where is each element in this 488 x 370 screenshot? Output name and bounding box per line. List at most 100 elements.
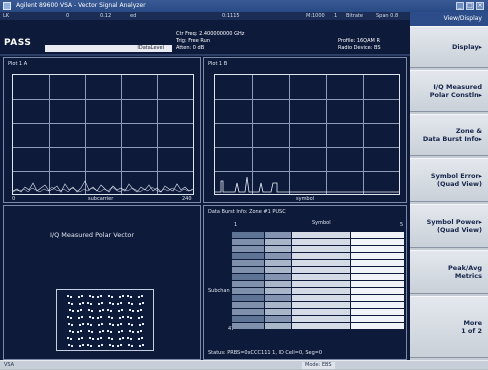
button-label: More bbox=[463, 319, 482, 327]
app-icon bbox=[3, 2, 11, 10]
peak-avg-button[interactable]: Peak/Avg Metrics bbox=[410, 250, 488, 294]
constellation-point bbox=[120, 344, 122, 346]
burst-cell bbox=[292, 323, 350, 329]
burst-cell bbox=[351, 246, 404, 252]
burst-cell bbox=[265, 260, 291, 266]
constellation-point bbox=[90, 345, 92, 347]
constellation-point bbox=[90, 303, 92, 305]
close-icon[interactable]: × bbox=[476, 2, 484, 10]
constellation-point bbox=[128, 323, 130, 325]
radio-device: Radio Device: BS bbox=[338, 45, 381, 51]
burst-cell bbox=[292, 232, 350, 238]
constellation-point bbox=[139, 345, 141, 347]
button-sublabel: Polar Constln▸ bbox=[429, 91, 482, 99]
burst-cell bbox=[292, 239, 350, 245]
column-end: 5 bbox=[400, 222, 404, 228]
constellation-point bbox=[142, 344, 144, 346]
trigger: Trig: Free Run bbox=[176, 38, 210, 44]
header-cell: Bitrate bbox=[346, 13, 363, 19]
more-button[interactable]: More 1 of 2 bbox=[410, 296, 488, 358]
symbol-error-button[interactable]: Symbol Error▸ (Quad View) bbox=[410, 158, 488, 202]
status-bar: VSA Mode: EBS bbox=[0, 360, 488, 369]
burst-cell bbox=[232, 288, 264, 294]
button-label: Symbol Power▸ bbox=[426, 218, 482, 226]
x-axis-start: 0 bbox=[12, 196, 16, 202]
spectrum-panel[interactable]: Plot 1 A 0 subcarrier 240 bbox=[3, 57, 201, 203]
burst-cell bbox=[292, 253, 350, 259]
burst-cell bbox=[351, 267, 404, 273]
profile: Profile: 16QAM R bbox=[338, 38, 380, 44]
burst-cell bbox=[351, 316, 404, 322]
iq-measured-button[interactable]: I/Q Measured Polar Constln▸ bbox=[410, 70, 488, 112]
burst-cell bbox=[351, 239, 404, 245]
header-cell: LK bbox=[3, 13, 10, 19]
header-cell: M:1000 bbox=[306, 13, 325, 19]
display-button[interactable]: Display▸ bbox=[410, 26, 488, 68]
minimize-icon[interactable]: _ bbox=[456, 2, 464, 10]
burst-cell bbox=[292, 302, 350, 308]
burst-cell bbox=[232, 316, 264, 322]
constellation-point bbox=[101, 302, 103, 304]
constellation-point bbox=[142, 323, 144, 325]
burst-cell bbox=[232, 239, 264, 245]
burst-cell bbox=[232, 302, 264, 308]
constellation-point bbox=[68, 344, 70, 346]
constellation-point bbox=[108, 295, 110, 297]
constellation-point bbox=[131, 345, 133, 347]
constellation-point bbox=[71, 345, 73, 347]
constellation-point bbox=[89, 295, 91, 297]
header-cell: 0:1115 bbox=[222, 13, 240, 19]
constellation-point bbox=[129, 330, 131, 332]
burst-cell bbox=[232, 246, 264, 252]
constellation-point bbox=[70, 296, 72, 298]
constellation-point bbox=[131, 303, 133, 305]
constellation-point bbox=[111, 296, 113, 298]
constellation-point bbox=[121, 330, 123, 332]
status-mode: Mode: EBS bbox=[302, 362, 335, 369]
constellation-point bbox=[128, 302, 130, 304]
constellation-point bbox=[121, 309, 123, 311]
burst-cell bbox=[265, 267, 291, 273]
symbol-panel[interactable]: Plot 1 B symbol bbox=[203, 57, 407, 203]
constellation-point bbox=[102, 330, 104, 332]
constellation-point bbox=[138, 317, 140, 319]
constellation-point bbox=[97, 317, 99, 319]
constellation-point bbox=[118, 310, 120, 312]
symbol-power-button[interactable]: Symbol Power▸ (Quad View) bbox=[410, 204, 488, 248]
burst-cell bbox=[265, 232, 291, 238]
constellation-point bbox=[67, 337, 69, 339]
plot-grid bbox=[12, 74, 194, 195]
burst-cell bbox=[292, 295, 350, 301]
burst-cell bbox=[265, 288, 291, 294]
burst-cell bbox=[265, 281, 291, 287]
constellation-point bbox=[141, 316, 143, 318]
constellation-point bbox=[111, 317, 113, 319]
constellation-point bbox=[107, 330, 109, 332]
constellation-point bbox=[99, 331, 101, 333]
constellation-point bbox=[101, 344, 103, 346]
burst-cell bbox=[351, 288, 404, 294]
header-cell: ed bbox=[130, 13, 137, 19]
burst-cell bbox=[292, 260, 350, 266]
panel-title: Plot 1 B bbox=[208, 61, 228, 67]
constellation-point bbox=[91, 310, 93, 312]
constellation-point bbox=[122, 337, 124, 339]
constellation-point bbox=[79, 303, 81, 305]
constellation-point bbox=[87, 344, 89, 346]
x-axis-label: subcarrier bbox=[88, 196, 114, 202]
constellation-point bbox=[87, 302, 89, 304]
constellation-point bbox=[99, 310, 101, 312]
constellation-point bbox=[81, 295, 83, 297]
constellation-point bbox=[82, 302, 84, 304]
constellation-point bbox=[112, 303, 114, 305]
constellation-point bbox=[97, 338, 99, 340]
burst-cell bbox=[265, 309, 291, 315]
zone-burst-button[interactable]: Zone & Data Burst Info▸ bbox=[410, 114, 488, 156]
constellation-point bbox=[140, 330, 142, 332]
header-cell: 1 bbox=[334, 13, 338, 19]
constellation-point bbox=[70, 317, 72, 319]
constellation-point bbox=[68, 323, 70, 325]
header-row: LK 0 0.12 ed 0:1115 M:1000 1 Bitrate Spa… bbox=[0, 12, 410, 20]
maximize-icon[interactable]: □ bbox=[466, 2, 474, 10]
panel-title: I/Q Measured Polar Vector bbox=[50, 231, 135, 239]
